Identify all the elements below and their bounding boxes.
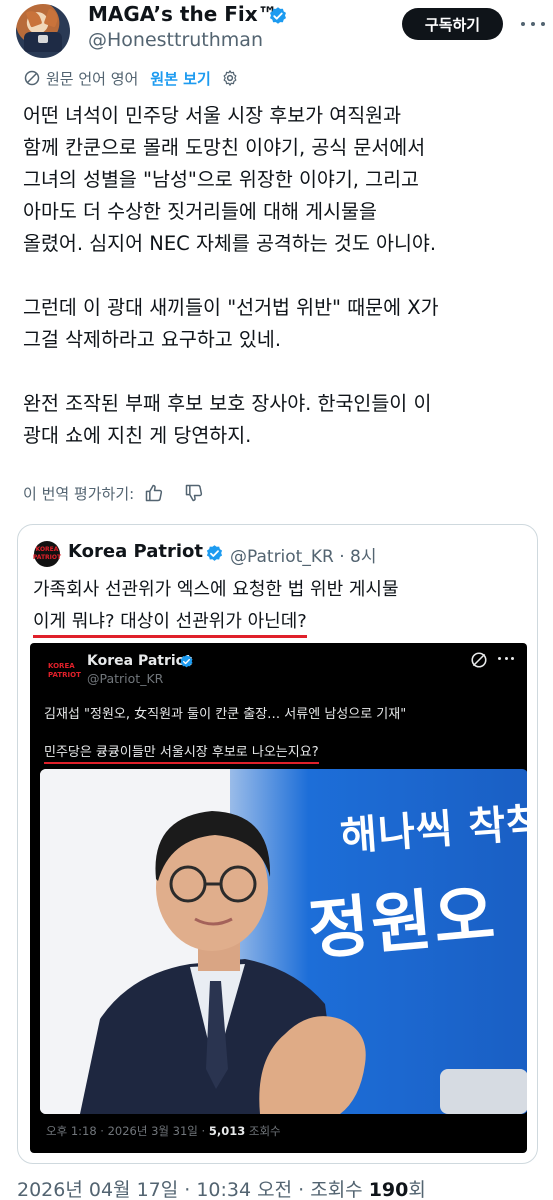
quote-text-line-underlined: 이게 뭐냐? 대상이 선관위가 아닌데?	[33, 607, 307, 638]
embedded-text-line-underlined: 민주당은 큥큥이들만 서울시장 후보로 나오는지요?	[44, 741, 319, 764]
post-header: MAGA’s the Fix™ @Honesttruthman 구독하기	[0, 0, 553, 60]
subscribe-button[interactable]: 구독하기	[402, 8, 503, 40]
translate-icon	[24, 70, 40, 86]
quote-handle-time: @Patriot_KR · 8시	[230, 547, 377, 567]
korea-patriot-logo: KOREA PATRIOT	[48, 657, 81, 685]
embedded-text-line: 김재섭 "정원오, 女직원과 둘이 칸쿤 출장… 서류엔 남성으로 기재"	[44, 707, 407, 722]
banner-name: 정원오	[305, 875, 500, 970]
translation-row: 원문 언어 영어 원본 보기	[24, 66, 245, 90]
quote-text-line: 가족회사 선관위가 엑스에 요청한 법 위반 게시물	[33, 579, 399, 600]
author-name[interactable]: MAGA’s the Fix™	[88, 2, 278, 26]
verified-badge-icon	[206, 545, 223, 561]
logo-text: KOREA	[35, 546, 59, 553]
candidate-photo: 해나씩 착착 정원오	[40, 769, 527, 1114]
author-avatar[interactable]	[16, 4, 70, 58]
post-paragraph: 그런데 이 광대 새끼들이 "선거법 위반" 때문에 X가 그걸 삭제하라고 요…	[23, 296, 439, 351]
quote-avatar[interactable]: KOREA PATRIOT	[32, 541, 62, 567]
post-timestamp-views: 2026년 04월 17일 · 10:34 오전 · 조회수 190회	[17, 1179, 426, 1200]
embedded-author-name: Korea Patriot	[87, 653, 192, 669]
thumbs-down-icon[interactable]	[184, 483, 204, 503]
verified-badge-icon	[180, 654, 193, 668]
embedded-view-count: 5,013	[208, 1124, 246, 1138]
rate-translation-label: 이 번역 평가하기:	[23, 484, 135, 503]
quote-author-name[interactable]: Korea Patriot	[68, 541, 203, 562]
quoted-post[interactable]: KOREA PATRIOT Korea Patriot @Patriot_KR …	[17, 524, 538, 1164]
logo-text: PATRIOT	[32, 554, 62, 561]
logo-text: KOREA	[48, 662, 75, 670]
gear-icon[interactable]	[221, 69, 239, 87]
translate-icon	[471, 652, 487, 668]
rate-translation-row: 이 번역 평가하기:	[23, 480, 204, 506]
post-body: 어떤 녀석이 민주당 서울 시장 후보가 여직원과 함께 칸쿤으로 몰래 도망친…	[23, 100, 543, 452]
embedded-screenshot-image[interactable]: KOREA PATRIOT Korea Patriot @Patriot_KR …	[30, 643, 527, 1153]
show-original-link[interactable]: 원본 보기	[150, 68, 210, 89]
embedded-author-handle: @Patriot_KR	[87, 671, 164, 686]
thumbs-up-icon[interactable]	[144, 483, 164, 503]
translation-label: 원문 언어 영어	[46, 69, 139, 88]
author-handle[interactable]: @Honesttruthman	[88, 29, 263, 51]
logo-text: PATRIOT	[48, 671, 81, 679]
verified-badge-icon	[270, 7, 286, 24]
post-paragraph: 어떤 녀석이 민주당 서울 시장 후보가 여직원과 함께 칸쿤으로 몰래 도망친…	[23, 104, 437, 255]
embedded-post-meta: 오후 1:18 · 2026년 3월 31일 · 5,013 조회수	[46, 1124, 281, 1138]
view-count: 190	[368, 1179, 409, 1200]
post-paragraph: 완전 조작된 부패 후보 보호 장사야. 한국인들이 이 광대 쇼에 지친 게 …	[23, 392, 432, 447]
more-icon	[498, 657, 514, 663]
more-icon[interactable]	[521, 14, 545, 34]
